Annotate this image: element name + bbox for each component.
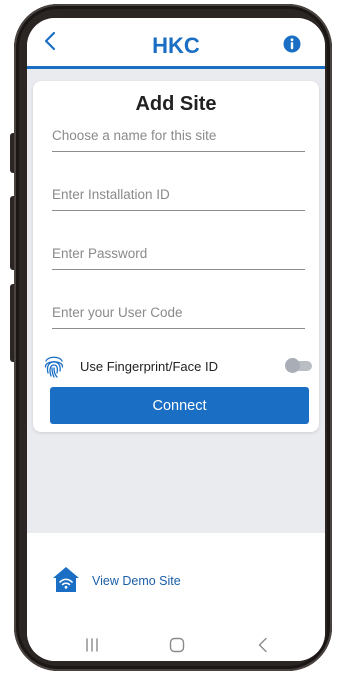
home-icon[interactable] bbox=[167, 635, 187, 655]
system-navigation-bar bbox=[27, 633, 325, 661]
view-demo-site-label: View Demo Site bbox=[92, 574, 181, 588]
fingerprint-icon bbox=[44, 356, 64, 378]
bottom-panel: View Demo Site bbox=[27, 533, 325, 661]
home-wifi-icon bbox=[53, 567, 79, 592]
fingerprint-row: Use Fingerprint/Face ID bbox=[42, 353, 313, 379]
password-input[interactable] bbox=[52, 241, 305, 270]
toggle-thumb bbox=[285, 358, 300, 373]
site-name-input[interactable] bbox=[52, 123, 305, 152]
recents-icon[interactable] bbox=[82, 635, 102, 655]
phone-screen: HKC Add Site Use Fingerprin bbox=[27, 18, 325, 661]
app-header: HKC bbox=[27, 18, 325, 69]
installation-id-input[interactable] bbox=[52, 182, 305, 211]
connect-button[interactable]: Connect bbox=[50, 387, 309, 424]
app-logo: HKC bbox=[152, 33, 200, 58]
back-icon[interactable] bbox=[253, 635, 273, 655]
user-code-input[interactable] bbox=[52, 300, 305, 329]
page-title: Add Site bbox=[135, 93, 217, 115]
fingerprint-label: Use Fingerprint/Face ID bbox=[80, 359, 218, 374]
info-icon[interactable] bbox=[283, 35, 301, 53]
fingerprint-toggle[interactable] bbox=[285, 358, 313, 373]
add-site-card: Add Site Use Fingerprint/Face ID bbox=[33, 81, 319, 432]
